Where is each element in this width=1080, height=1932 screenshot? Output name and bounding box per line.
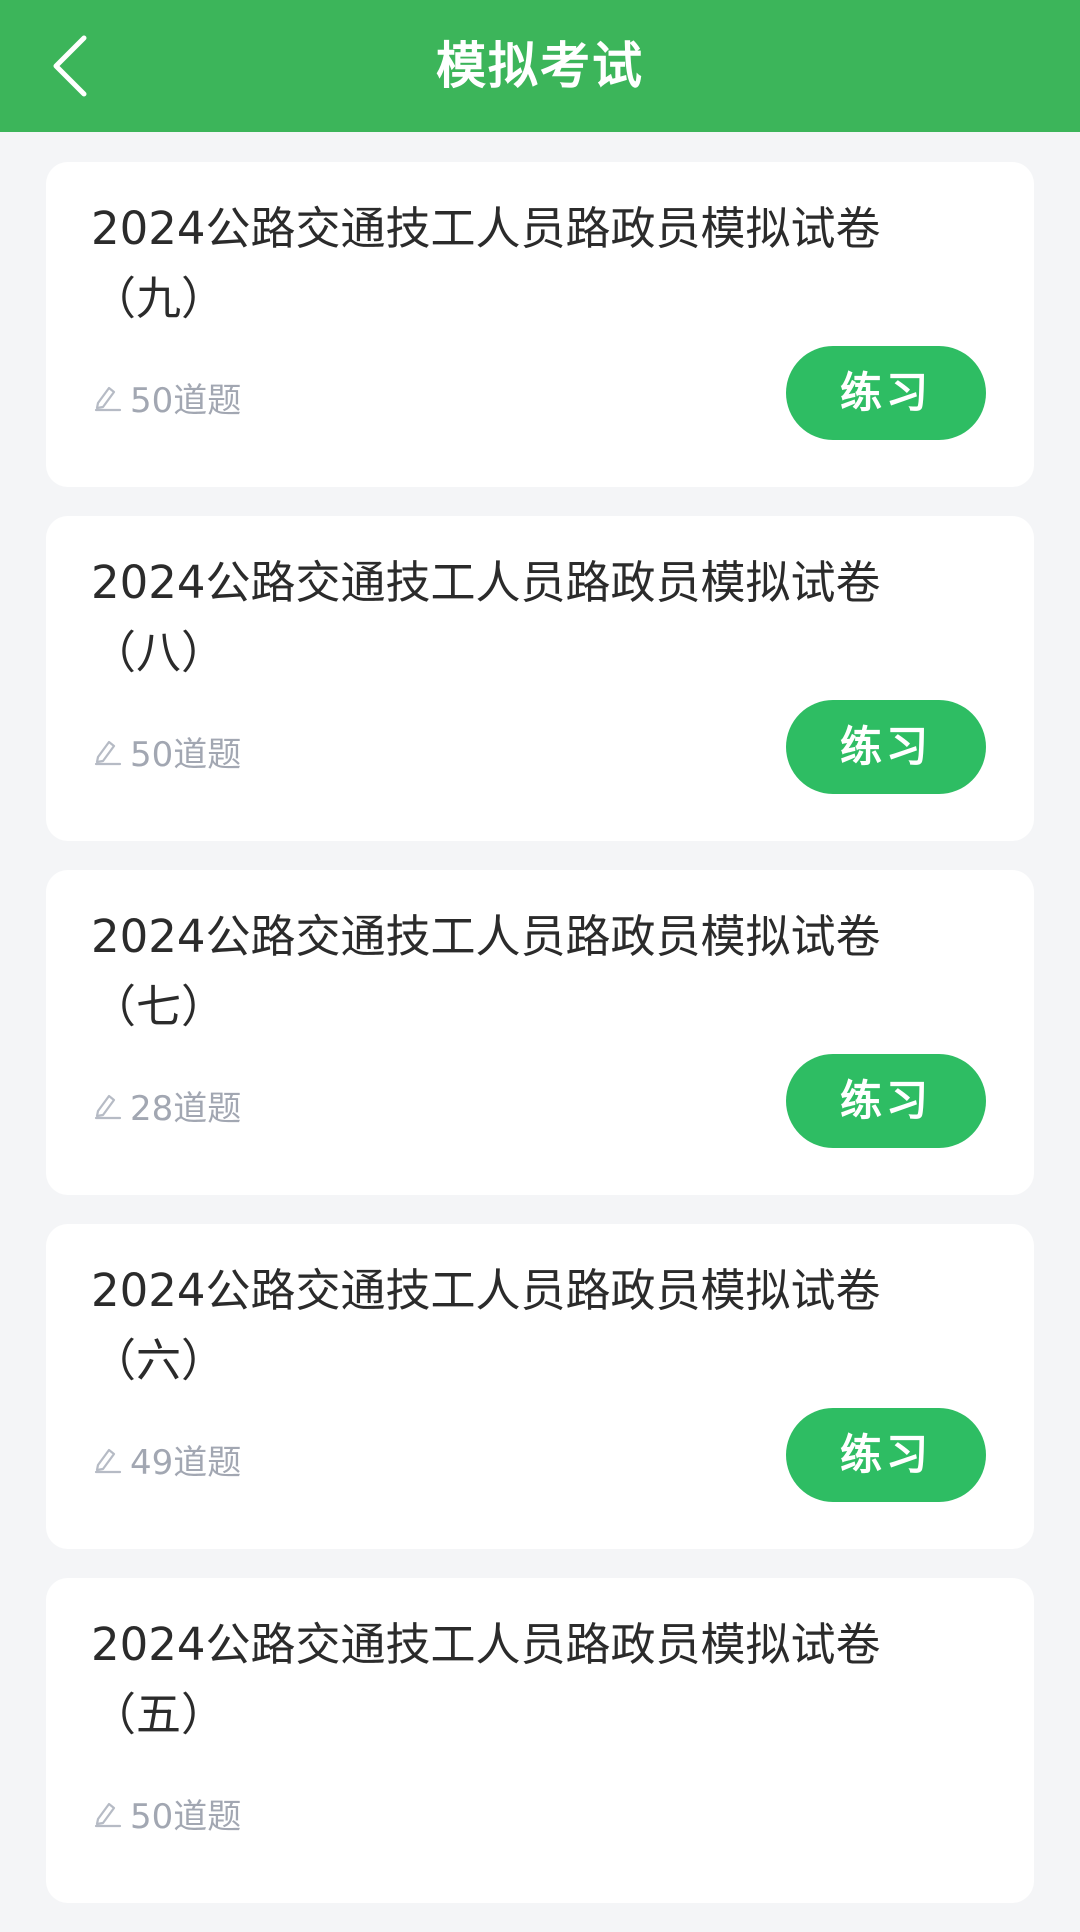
exam-card[interactable]: 2024公路交通技工人员路政员模拟试卷（七） 28道题 练习 [46,870,1034,1195]
question-count: 28道题 [92,1080,241,1130]
practice-button[interactable]: 练习 [786,700,986,794]
exam-list: 2024公路交通技工人员路政员模拟试卷（九） 50道题 练习 2024公路交通技… [46,162,1034,1932]
question-count-text: 50道题 [130,1796,242,1837]
question-count-text: 49道题 [130,1442,242,1483]
edit-icon [94,1094,122,1120]
exam-card[interactable]: 2024公路交通技工人员路政员模拟试卷（九） 50道题 练习 [46,162,1034,487]
edit-icon [94,1802,122,1828]
edit-icon [94,1448,122,1474]
exam-title: 2024公路交通技工人员路政员模拟试卷（五） [91,1618,881,1741]
practice-button[interactable]: 练习 [786,346,986,440]
edit-icon [94,740,122,766]
question-count: 49道题 [92,1434,241,1484]
exam-card[interactable]: 2024公路交通技工人员路政员模拟试卷（六） 49道题 练习 [46,1224,1034,1549]
question-count-text: 50道题 [130,380,242,421]
question-count-text: 28道题 [130,1088,242,1129]
exam-title: 2024公路交通技工人员路政员模拟试卷（七） [91,910,881,1033]
practice-button[interactable]: 练习 [786,1408,986,1502]
header-bar: 模拟考试 [0,0,1080,132]
exam-card[interactable]: 2024公路交通技工人员路政员模拟试卷（五） 50道题 [46,1578,1034,1903]
exam-card[interactable]: 2024公路交通技工人员路政员模拟试卷（八） 50道题 练习 [46,516,1034,841]
edit-icon [94,386,122,412]
question-count: 50道题 [92,726,241,776]
question-count: 50道题 [92,1788,241,1838]
page-title: 模拟考试 [436,37,644,95]
practice-button[interactable]: 练习 [786,1054,986,1148]
question-count: 50道题 [92,372,241,422]
exam-title: 2024公路交通技工人员路政员模拟试卷（六） [91,1264,881,1387]
exam-title: 2024公路交通技工人员路政员模拟试卷（八） [91,556,881,679]
question-count-text: 50道题 [130,734,242,775]
exam-title: 2024公路交通技工人员路政员模拟试卷（九） [91,202,881,325]
